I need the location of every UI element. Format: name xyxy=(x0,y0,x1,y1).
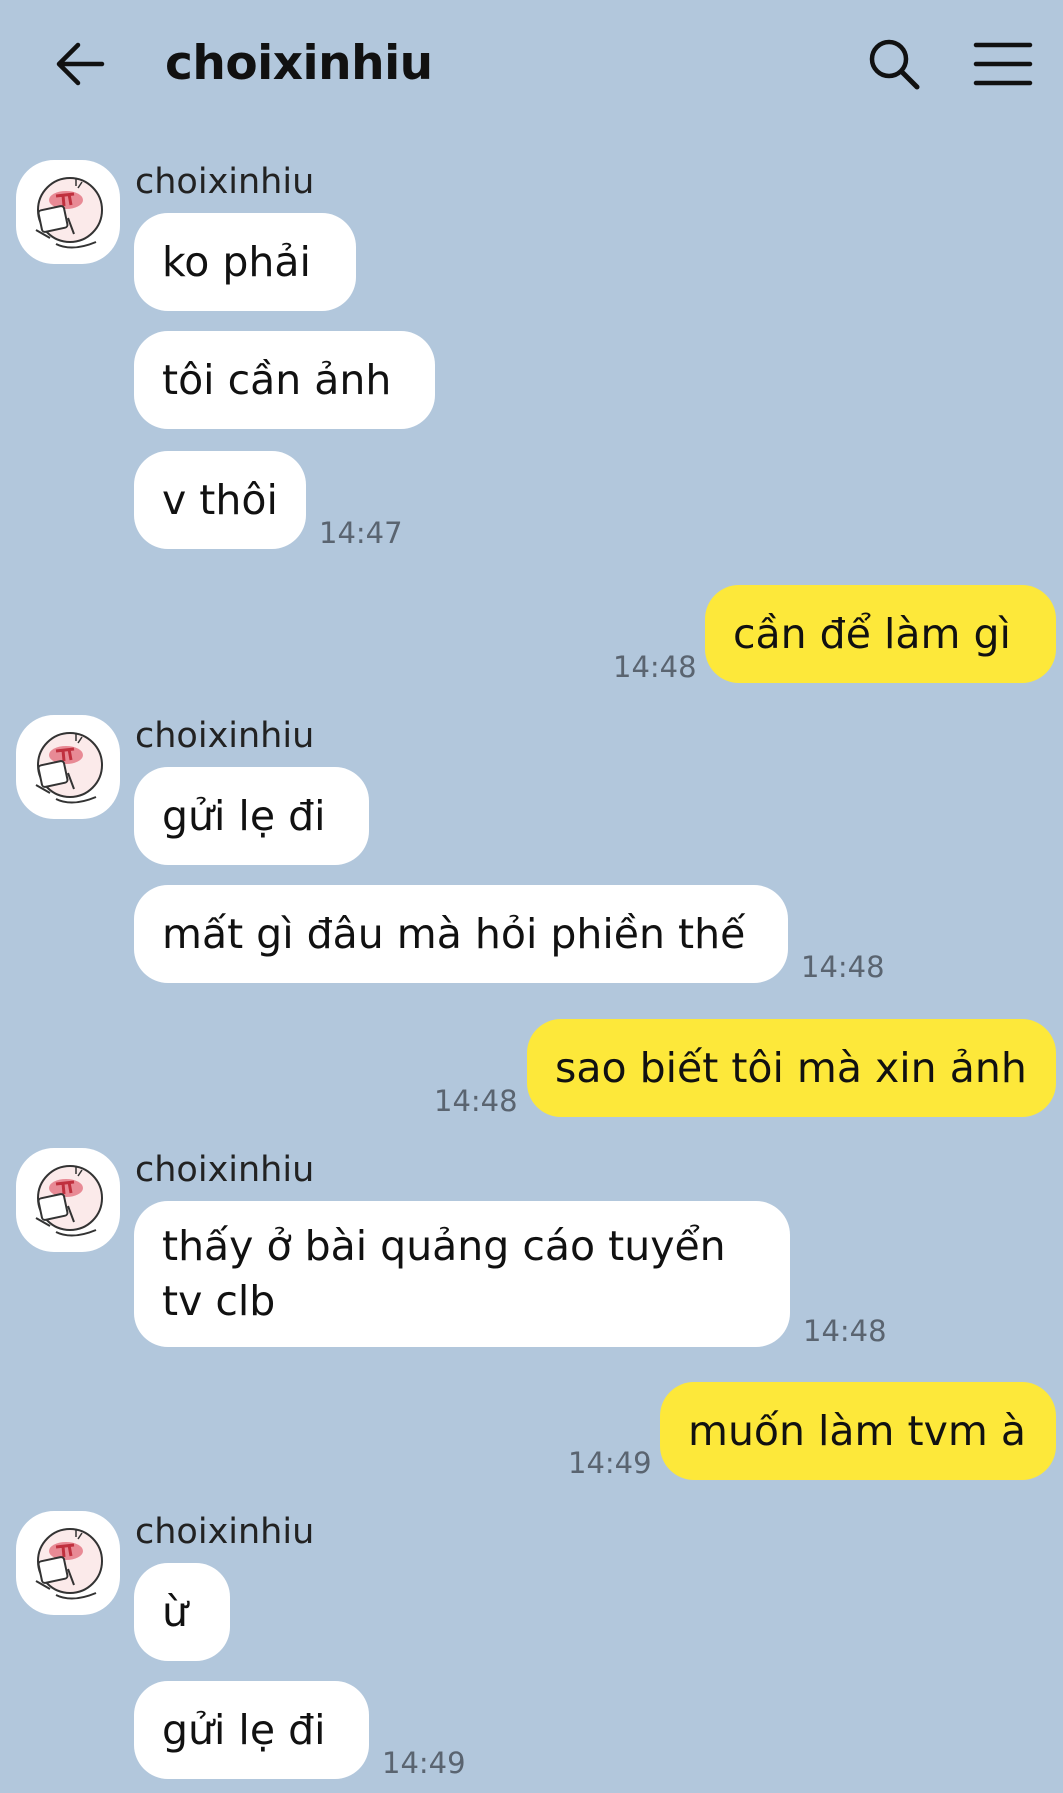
message-bubble[interactable]: mất gì đâu mà hỏi phiền thế xyxy=(134,885,788,983)
avatar[interactable] xyxy=(16,1511,120,1615)
sender-name: choixinhiu xyxy=(135,1150,315,1190)
sender-name: choixinhiu xyxy=(135,162,315,202)
message-bubble[interactable]: muốn làm tvm à xyxy=(660,1382,1056,1480)
message-bubble[interactable]: ừ xyxy=(134,1563,230,1661)
search-icon[interactable] xyxy=(866,36,922,92)
arrow-left-icon[interactable] xyxy=(52,36,108,92)
message-timestamp: 14:48 xyxy=(803,1314,887,1348)
avatar[interactable] xyxy=(16,160,120,264)
avatar[interactable] xyxy=(16,1148,120,1252)
message-timestamp: 14:49 xyxy=(382,1746,466,1780)
chat-title: choixinhiu xyxy=(165,36,433,91)
message-bubble[interactable]: cần để làm gì xyxy=(705,585,1056,683)
avatar[interactable] xyxy=(16,715,120,819)
message-timestamp: 14:48 xyxy=(613,650,697,684)
message-bubble[interactable]: gửi lẹ đi xyxy=(134,767,369,865)
sender-name: choixinhiu xyxy=(135,1512,315,1552)
message-bubble[interactable]: thấy ở bài quảng cáo tuyển tv clb xyxy=(134,1201,790,1347)
message-timestamp: 14:48 xyxy=(434,1084,518,1118)
message-bubble[interactable]: ko phải xyxy=(134,213,356,311)
message-bubble[interactable]: v thôi xyxy=(134,451,306,549)
chat-header: choixinhiu xyxy=(0,0,1063,130)
sender-name: choixinhiu xyxy=(135,716,315,756)
message-timestamp: 14:48 xyxy=(801,950,885,984)
message-bubble[interactable]: tôi cần ảnh xyxy=(134,331,435,429)
message-bubble[interactable]: gửi lẹ đi xyxy=(134,1681,369,1779)
message-bubble[interactable]: sao biết tôi mà xin ảnh xyxy=(527,1019,1056,1117)
hamburger-menu-icon[interactable] xyxy=(972,38,1034,90)
message-timestamp: 14:47 xyxy=(319,516,403,550)
message-timestamp: 14:49 xyxy=(568,1446,652,1480)
